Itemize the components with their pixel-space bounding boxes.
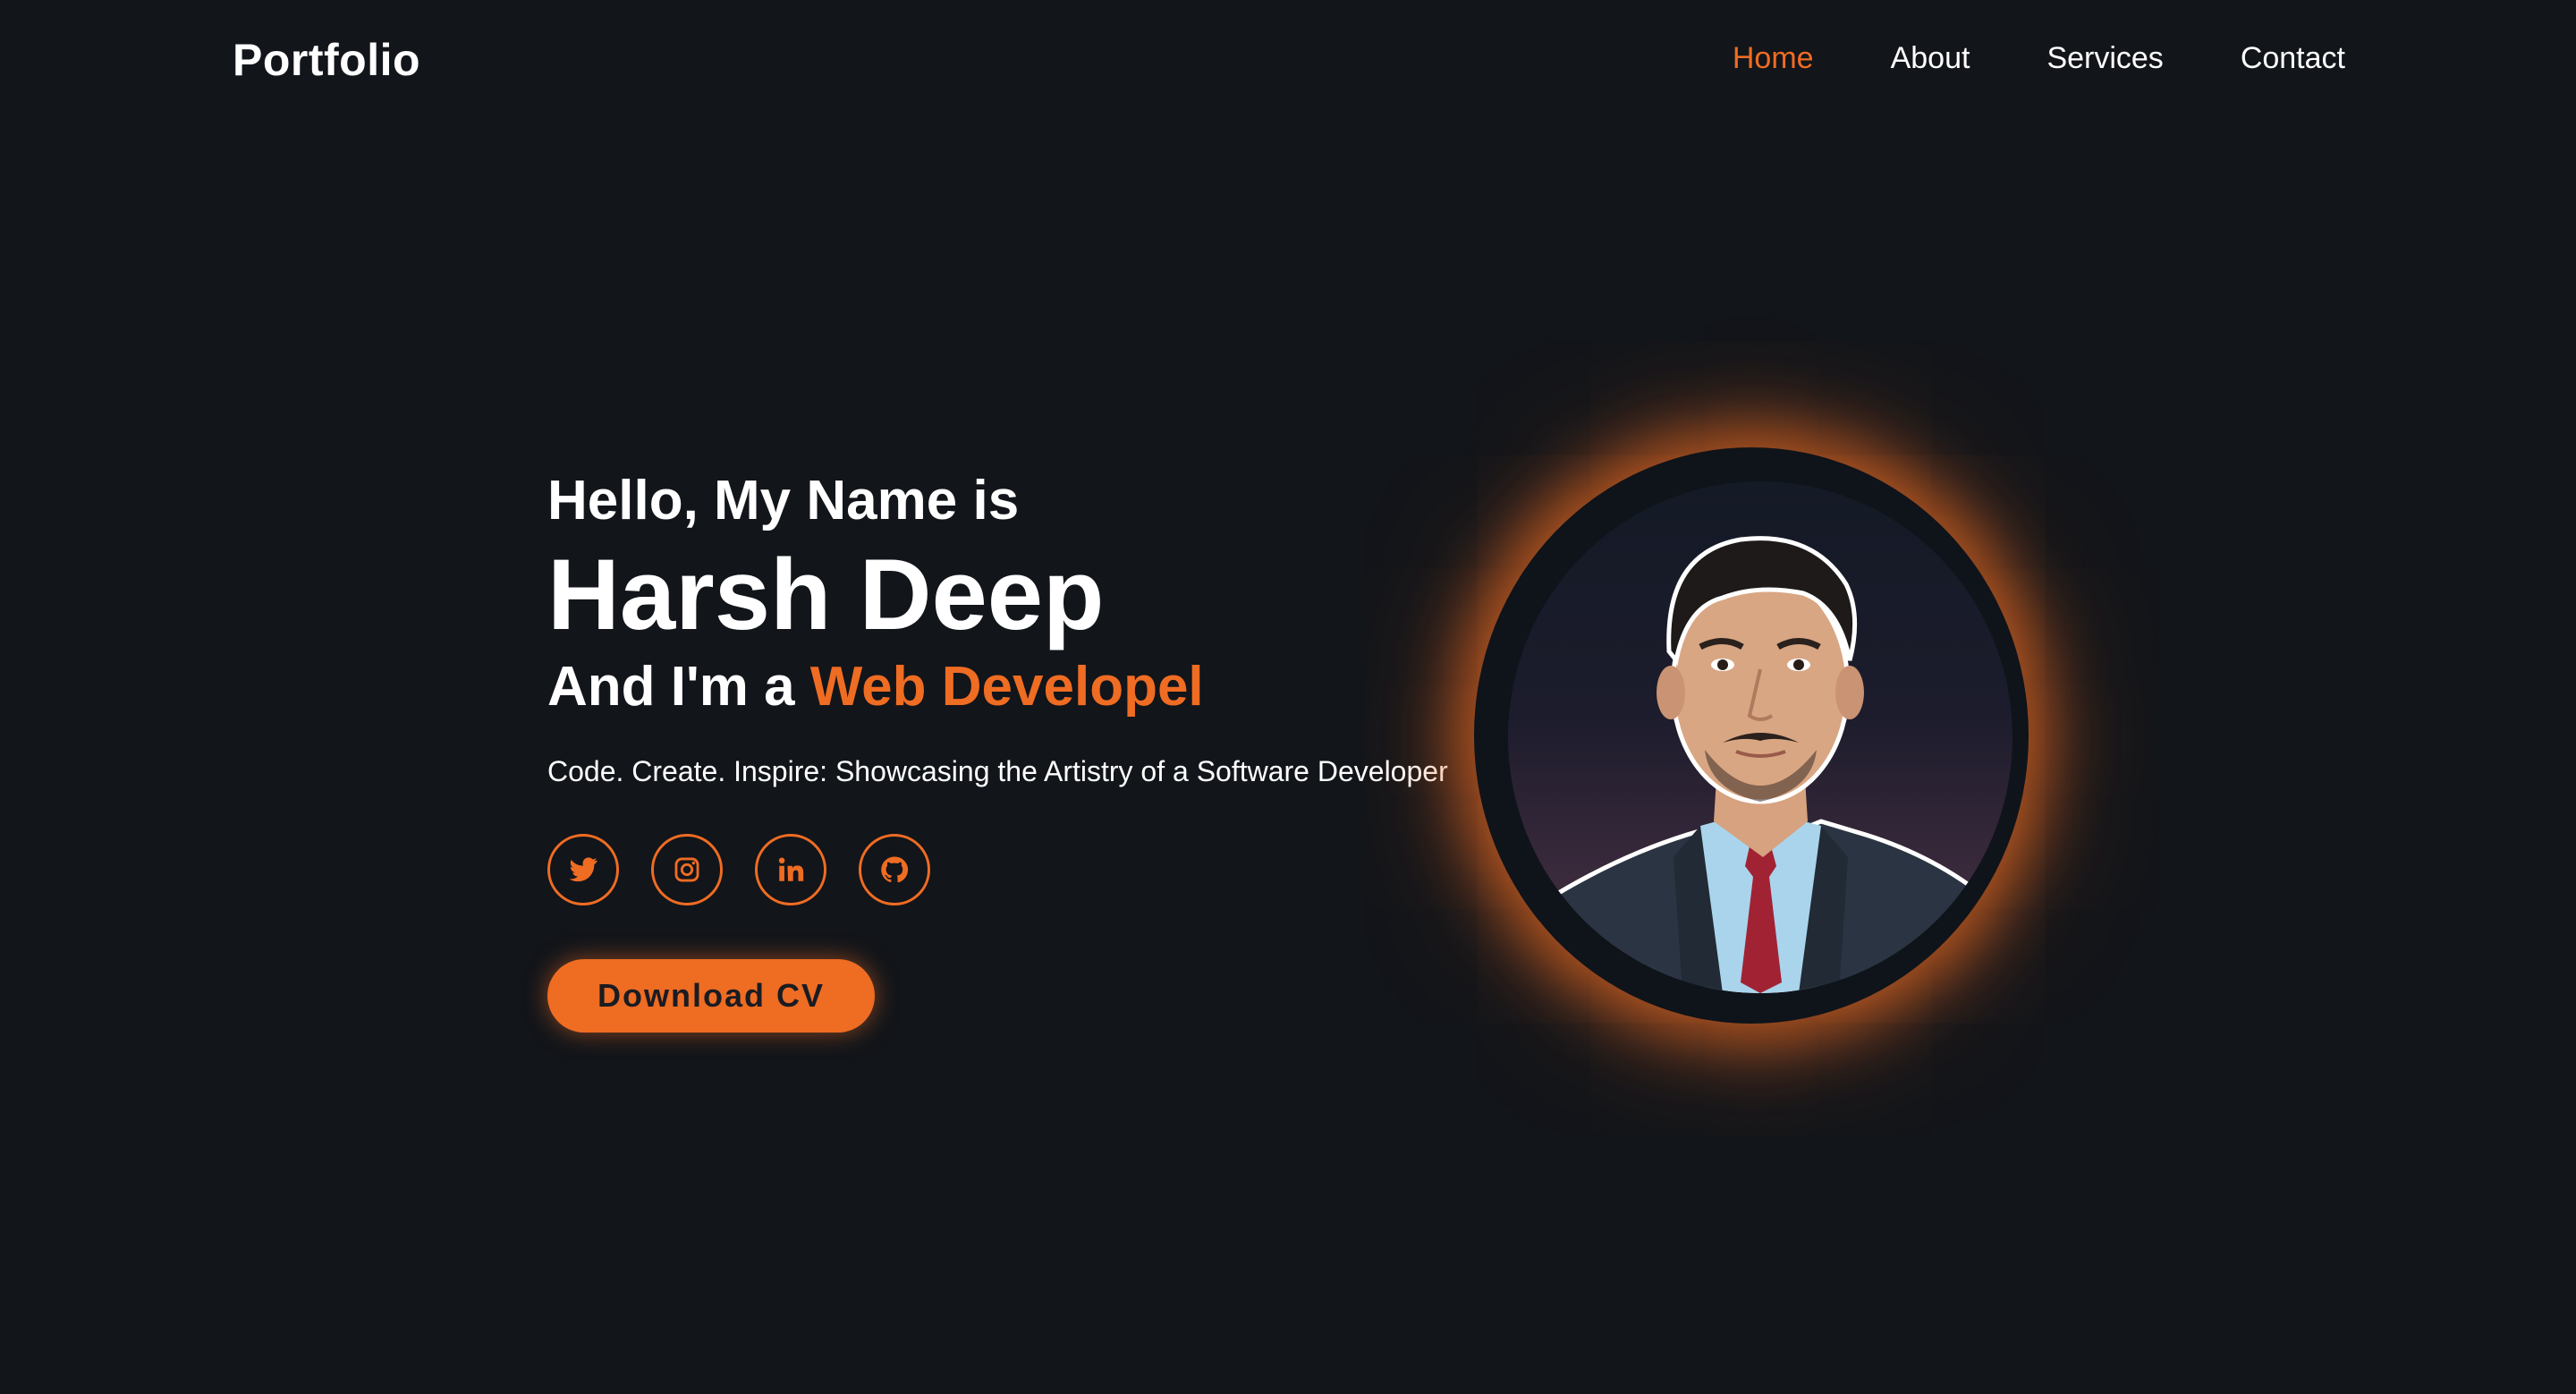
nav-services[interactable]: Services (2046, 41, 2163, 76)
nav-about[interactable]: About (1891, 41, 1970, 76)
page: Portfolio Home About Services Contact He… (0, 0, 2576, 1394)
role-highlight: Web Developel (809, 656, 1204, 718)
linkedin-icon (778, 857, 804, 881)
hero-section: Hello, My Name is Harsh Deep And I'm a W… (547, 465, 1496, 1033)
hero-role: And I'm a Web Developel (547, 651, 1496, 723)
role-prefix: And I'm a (547, 656, 810, 718)
twitter-link[interactable] (547, 834, 619, 905)
twitter-icon (569, 857, 597, 882)
profile-illustration (1508, 536, 2012, 993)
nav-contact[interactable]: Contact (2241, 41, 2345, 76)
linkedin-link[interactable] (755, 834, 826, 905)
site-header: Portfolio Home About Services Contact (0, 0, 2576, 125)
social-links (547, 834, 1496, 905)
hero-tagline: Code. Create. Inspire: Showcasing the Ar… (547, 755, 1448, 787)
nav-home[interactable]: Home (1733, 41, 1814, 76)
instagram-link[interactable] (651, 834, 723, 905)
profile-photo (1508, 481, 2012, 993)
main-nav: Home About Services Contact (1733, 41, 2345, 76)
logo[interactable]: Portfolio (233, 34, 420, 86)
greeting: Hello, My Name is (547, 470, 1020, 531)
instagram-icon (674, 857, 699, 882)
github-link[interactable] (859, 834, 930, 905)
profile-photo-frame (1474, 447, 2029, 1024)
github-icon (881, 856, 909, 883)
hero-name: Harsh Deep (547, 539, 1105, 650)
download-cv-button[interactable]: Download CV (547, 959, 875, 1033)
